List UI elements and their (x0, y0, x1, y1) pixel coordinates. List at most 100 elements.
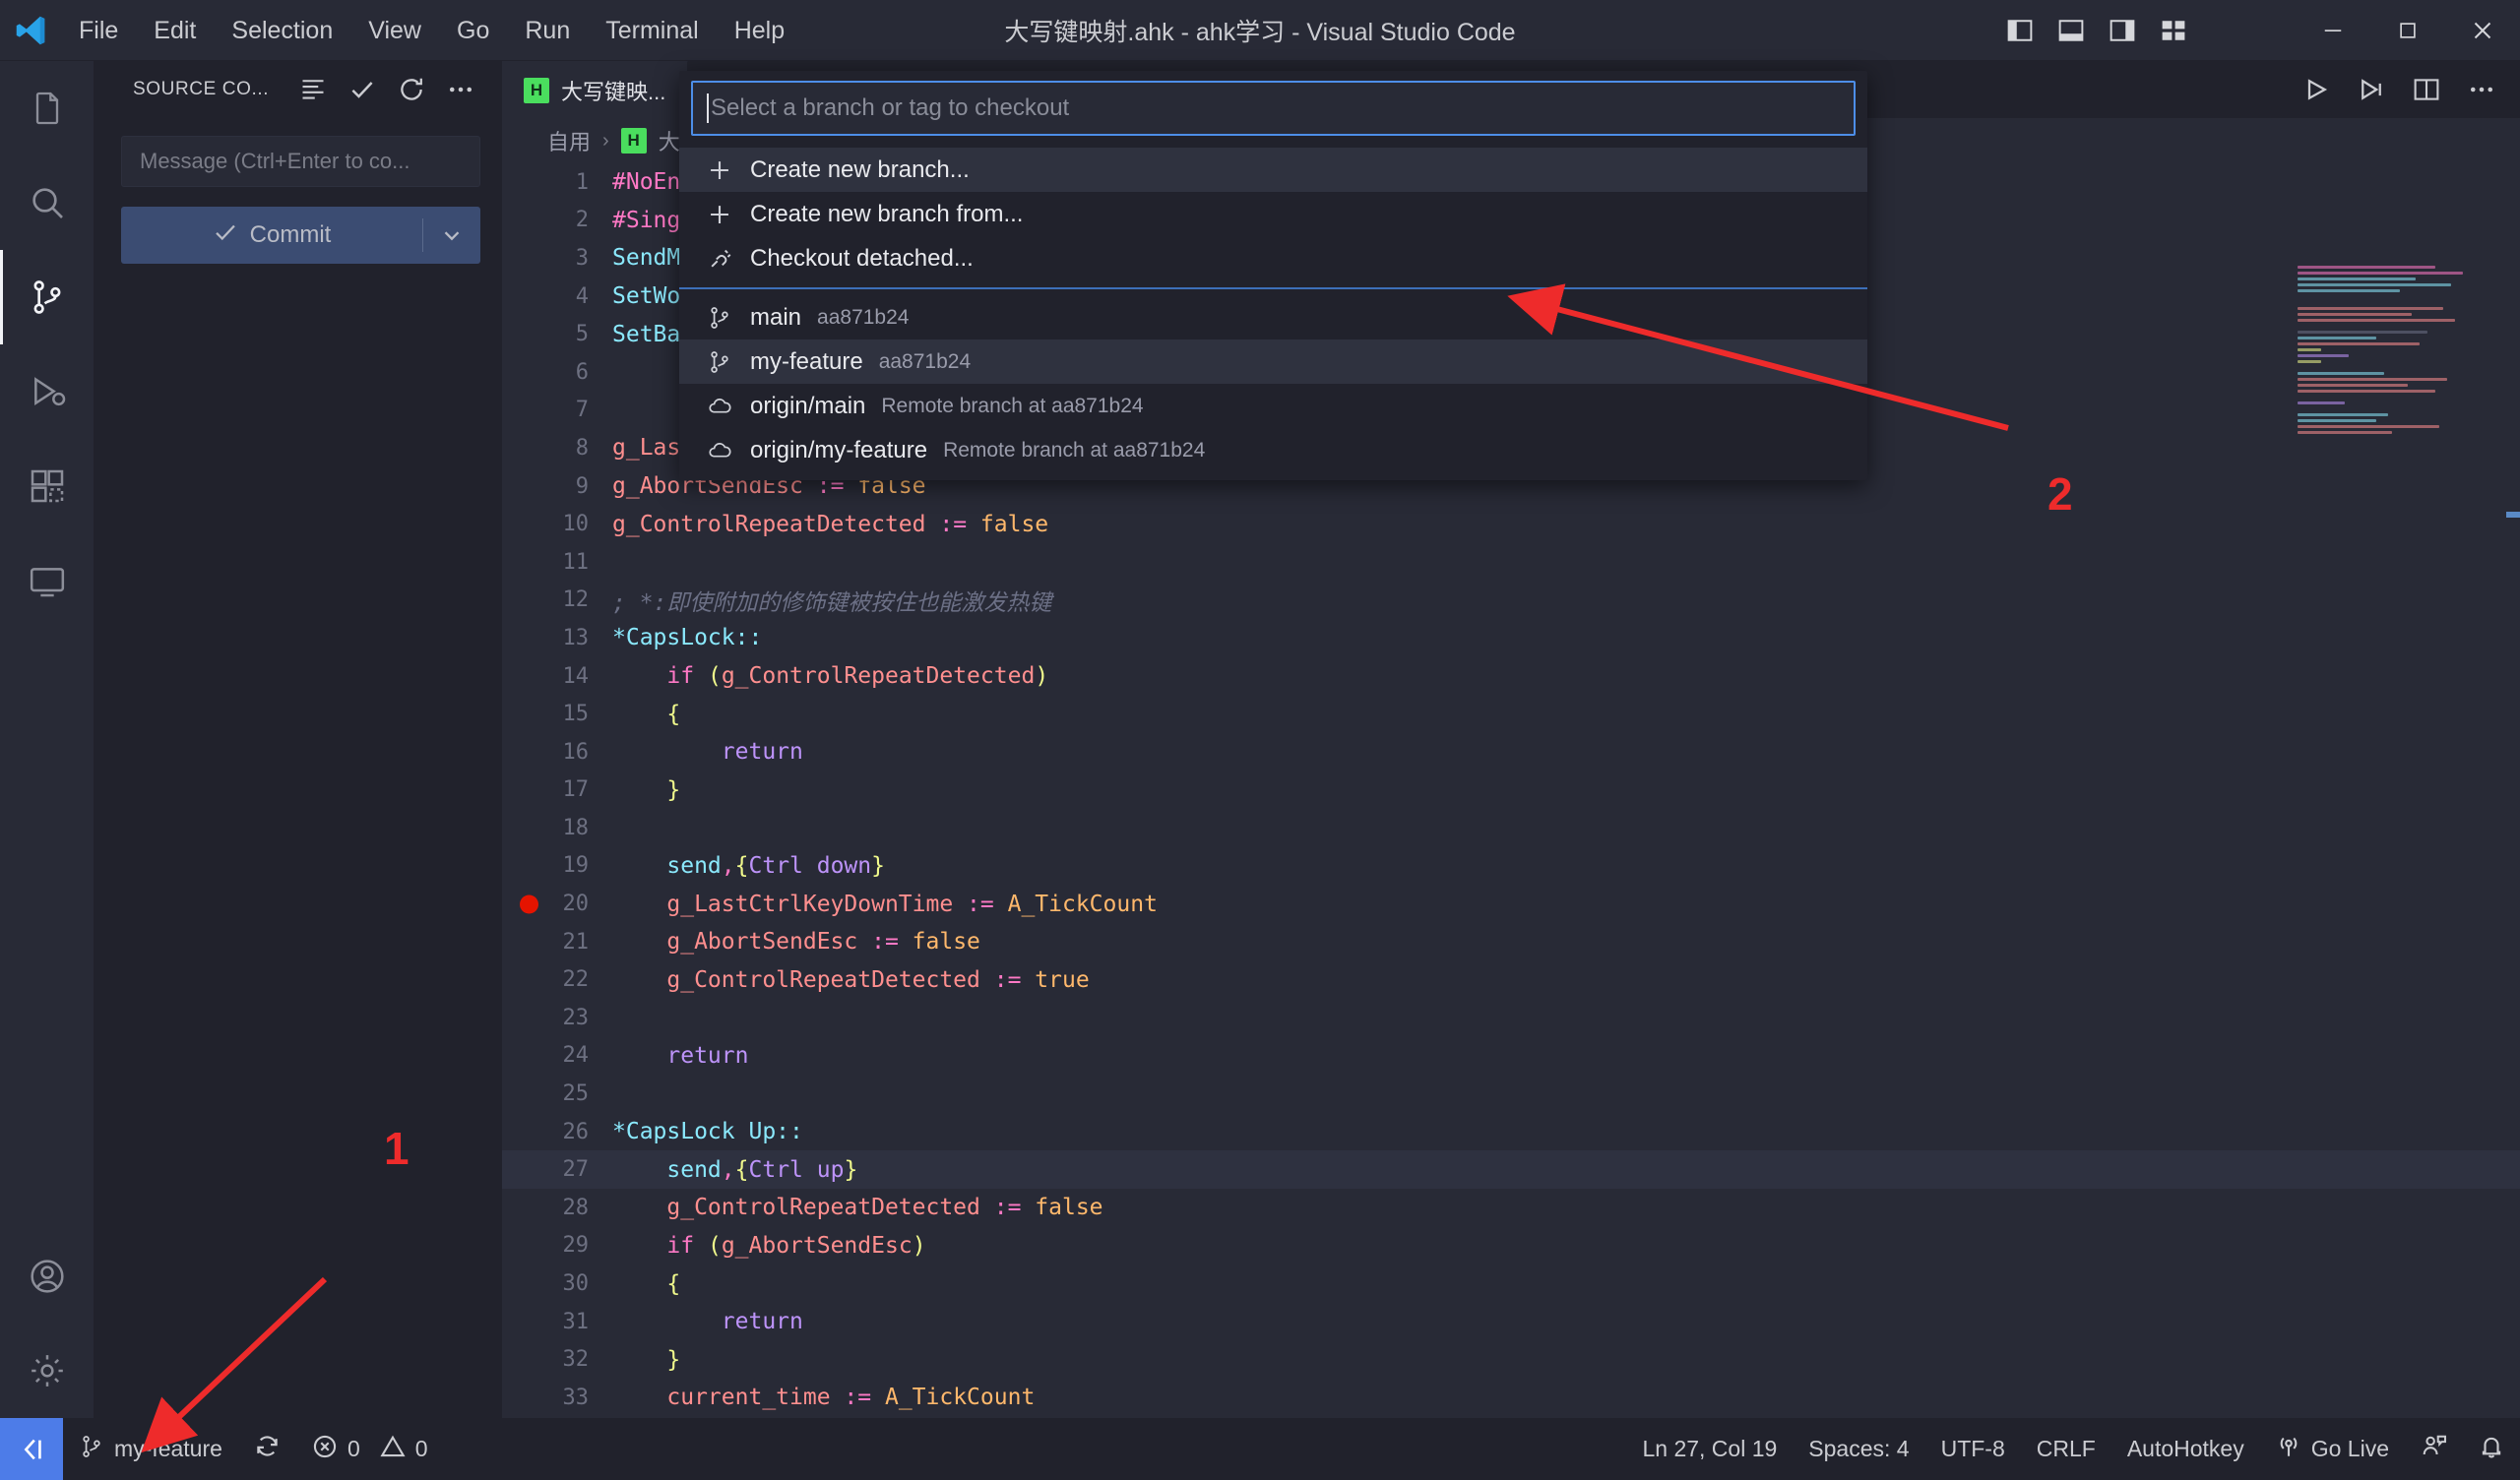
menu-terminal[interactable]: Terminal (588, 0, 716, 61)
minimize-button[interactable] (2296, 0, 2370, 61)
quick-pick-item-checkout-detached[interactable]: Checkout detached... (679, 236, 1867, 280)
sidebar-item-settings[interactable] (0, 1324, 94, 1418)
menu-file[interactable]: File (61, 0, 136, 61)
editor-more-actions-icon[interactable] (2459, 67, 2504, 112)
code-line[interactable]: 14 if (g_ControlRepeatDetected) (502, 657, 2520, 696)
window-controls[interactable] (2296, 0, 2520, 61)
toggle-panel-icon[interactable] (2049, 9, 2093, 52)
code-line[interactable]: 22 g_ControlRepeatDetected := true (502, 960, 2520, 999)
commit-message-input[interactable]: Message (Ctrl+Enter to co... (121, 136, 480, 187)
run-debug-icon[interactable] (2349, 67, 2394, 112)
status-problems[interactable]: 0 0 (296, 1418, 444, 1480)
status-encoding[interactable]: UTF-8 (1925, 1418, 2021, 1480)
plus-icon (705, 202, 734, 227)
quick-pick-item-label: Create new branch... (750, 156, 970, 184)
editor-scrollbar[interactable] (2506, 266, 2520, 1418)
chevron-down-icon[interactable] (423, 222, 480, 248)
toggle-primary-sidebar-icon[interactable] (1998, 9, 2042, 52)
code-line[interactable]: 24 return (502, 1037, 2520, 1076)
code-line[interactable]: 26*CapsLock Up:: (502, 1113, 2520, 1151)
quick-pick-placeholder: Select a branch or tag to checkout (711, 94, 1069, 122)
code-line[interactable]: 30 { (502, 1264, 2520, 1303)
code-line[interactable]: 10g_ControlRepeatDetected := false (502, 505, 2520, 543)
code-line[interactable]: 31 return (502, 1303, 2520, 1341)
layout-controls[interactable] (1998, 0, 2195, 61)
code-line[interactable]: 16 return (502, 733, 2520, 771)
sidebar-item-run-and-debug[interactable] (0, 344, 94, 439)
status-feedback[interactable] (2405, 1418, 2463, 1480)
run-icon[interactable] (2294, 67, 2339, 112)
status-branch[interactable]: my-feature (63, 1418, 238, 1480)
code-line[interactable]: 21 g_AbortSendEsc := false (502, 923, 2520, 961)
code-line[interactable]: 27 send,{Ctrl up} (502, 1150, 2520, 1189)
sidebar-item-remote-explorer[interactable] (0, 533, 94, 628)
status-go-live-label: Go Live (2311, 1436, 2389, 1462)
commit-button-main[interactable]: Commit (121, 219, 422, 252)
code-line[interactable]: 28 g_ControlRepeatDetected := false (502, 1189, 2520, 1227)
status-notifications[interactable] (2463, 1418, 2520, 1480)
activity-bar[interactable] (0, 61, 94, 1418)
code-line[interactable]: 20 g_LastCtrlKeyDownTime := A_TickCount (502, 885, 2520, 923)
menu-go[interactable]: Go (439, 0, 507, 61)
quick-pick-item-create-new-branch[interactable]: Create new branch... (679, 148, 1867, 192)
tab-capslock-ahk[interactable]: H 大写键映... (502, 61, 688, 118)
code-line[interactable]: 11 (502, 543, 2520, 582)
close-button[interactable] (2445, 0, 2520, 61)
sidebar-item-explorer[interactable] (0, 61, 94, 155)
commit-button[interactable]: Commit (121, 207, 480, 264)
sidebar-item-extensions[interactable] (0, 439, 94, 533)
code-line[interactable]: 29 if (g_AbortSendEsc) (502, 1227, 2520, 1265)
code-line-text: return (612, 1043, 2520, 1069)
sidebar-item-source-control[interactable] (0, 250, 94, 344)
status-branch-label: my-feature (114, 1436, 222, 1462)
breakpoint-marker[interactable] (520, 894, 538, 913)
more-actions-icon[interactable] (446, 75, 475, 104)
code-line[interactable]: 13*CapsLock:: (502, 619, 2520, 657)
status-go-live[interactable]: Go Live (2260, 1418, 2405, 1480)
code-line[interactable]: 15 { (502, 695, 2520, 733)
quick-pick-item-main[interactable]: main aa871b24 (679, 295, 1867, 339)
quick-pick-list[interactable]: Create new branch... Create new branch f… (679, 148, 1867, 480)
commit-check-icon[interactable] (347, 75, 377, 104)
status-sync[interactable] (238, 1418, 296, 1480)
quick-pick-item-origin-main[interactable]: origin/main Remote branch at aa871b24 (679, 384, 1867, 428)
code-line[interactable]: 25 (502, 1075, 2520, 1113)
menu-bar[interactable]: File Edit Selection View Go Run Terminal… (61, 0, 802, 61)
status-warning-count: 0 (415, 1436, 428, 1462)
code-line[interactable]: 32 } (502, 1340, 2520, 1379)
quick-pick-item-create-new-branch-from[interactable]: Create new branch from... (679, 192, 1867, 236)
source-control-actions[interactable] (298, 75, 475, 104)
code-line[interactable]: 23 (502, 999, 2520, 1037)
code-line[interactable]: 18 (502, 809, 2520, 847)
status-eol[interactable]: CRLF (2021, 1418, 2111, 1480)
minimap[interactable] (2298, 266, 2494, 492)
quick-pick-item-origin-my-feature[interactable]: origin/my-feature Remote branch at aa871… (679, 428, 1867, 472)
code-line[interactable]: 19 send,{Ctrl down} (502, 847, 2520, 886)
quick-pick-item-my-feature[interactable]: my-feature aa871b24 (679, 339, 1867, 384)
status-language-mode[interactable]: AutoHotkey (2111, 1418, 2260, 1480)
editor-tab-actions[interactable] (2294, 61, 2504, 118)
branch-quick-pick[interactable]: Select a branch or tag to checkout Creat… (679, 71, 1867, 480)
status-indentation[interactable]: Spaces: 4 (1793, 1418, 1924, 1480)
quick-pick-item-description: Remote branch at aa871b24 (943, 439, 1205, 462)
menu-run[interactable]: Run (507, 0, 588, 61)
code-line[interactable]: 12; *:即使附加的修饰键被按住也能激发热键 (502, 582, 2520, 620)
menu-view[interactable]: View (350, 0, 439, 61)
maximize-button[interactable] (2370, 0, 2445, 61)
breadcrumb-folder[interactable]: 自用 (547, 125, 591, 156)
sidebar-item-accounts[interactable] (0, 1229, 94, 1324)
menu-help[interactable]: Help (717, 0, 802, 61)
status-cursor-position[interactable]: Ln 27, Col 19 (1626, 1418, 1793, 1480)
view-as-list-icon[interactable] (298, 75, 328, 104)
split-editor-icon[interactable] (2404, 67, 2449, 112)
menu-selection[interactable]: Selection (214, 0, 350, 61)
customize-layout-icon[interactable] (2152, 9, 2195, 52)
menu-edit[interactable]: Edit (136, 0, 214, 61)
remote-window-icon[interactable] (0, 1418, 63, 1480)
code-line[interactable]: 33 current_time := A_TickCount (502, 1379, 2520, 1417)
sidebar-item-search[interactable] (0, 155, 94, 250)
code-line[interactable]: 17 } (502, 771, 2520, 810)
quick-pick-input[interactable]: Select a branch or tag to checkout (691, 81, 1856, 136)
refresh-icon[interactable] (397, 75, 426, 104)
toggle-secondary-sidebar-icon[interactable] (2101, 9, 2144, 52)
